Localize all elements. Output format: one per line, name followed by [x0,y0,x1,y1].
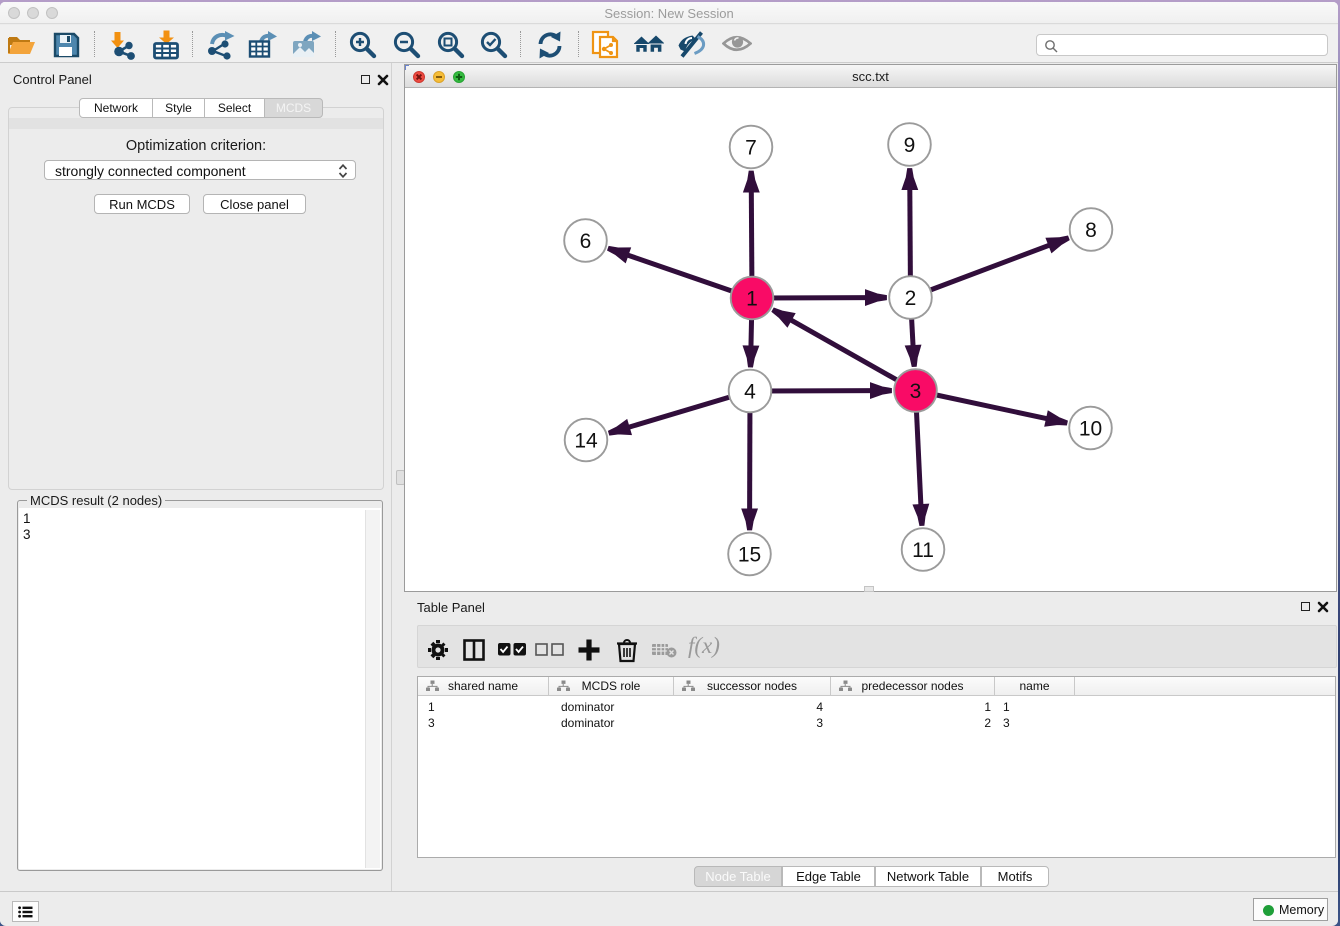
svg-text:2: 2 [905,287,917,310]
svg-text:8: 8 [1085,219,1097,242]
svg-text:14: 14 [574,430,598,453]
svg-text:6: 6 [580,230,592,253]
svg-text:10: 10 [1079,418,1102,441]
svg-text:4: 4 [744,381,756,404]
svg-text:7: 7 [745,137,757,160]
svg-text:1: 1 [746,288,758,311]
svg-text:9: 9 [904,134,916,157]
svg-text:11: 11 [912,539,934,562]
svg-text:15: 15 [738,544,761,567]
svg-text:3: 3 [910,380,922,403]
